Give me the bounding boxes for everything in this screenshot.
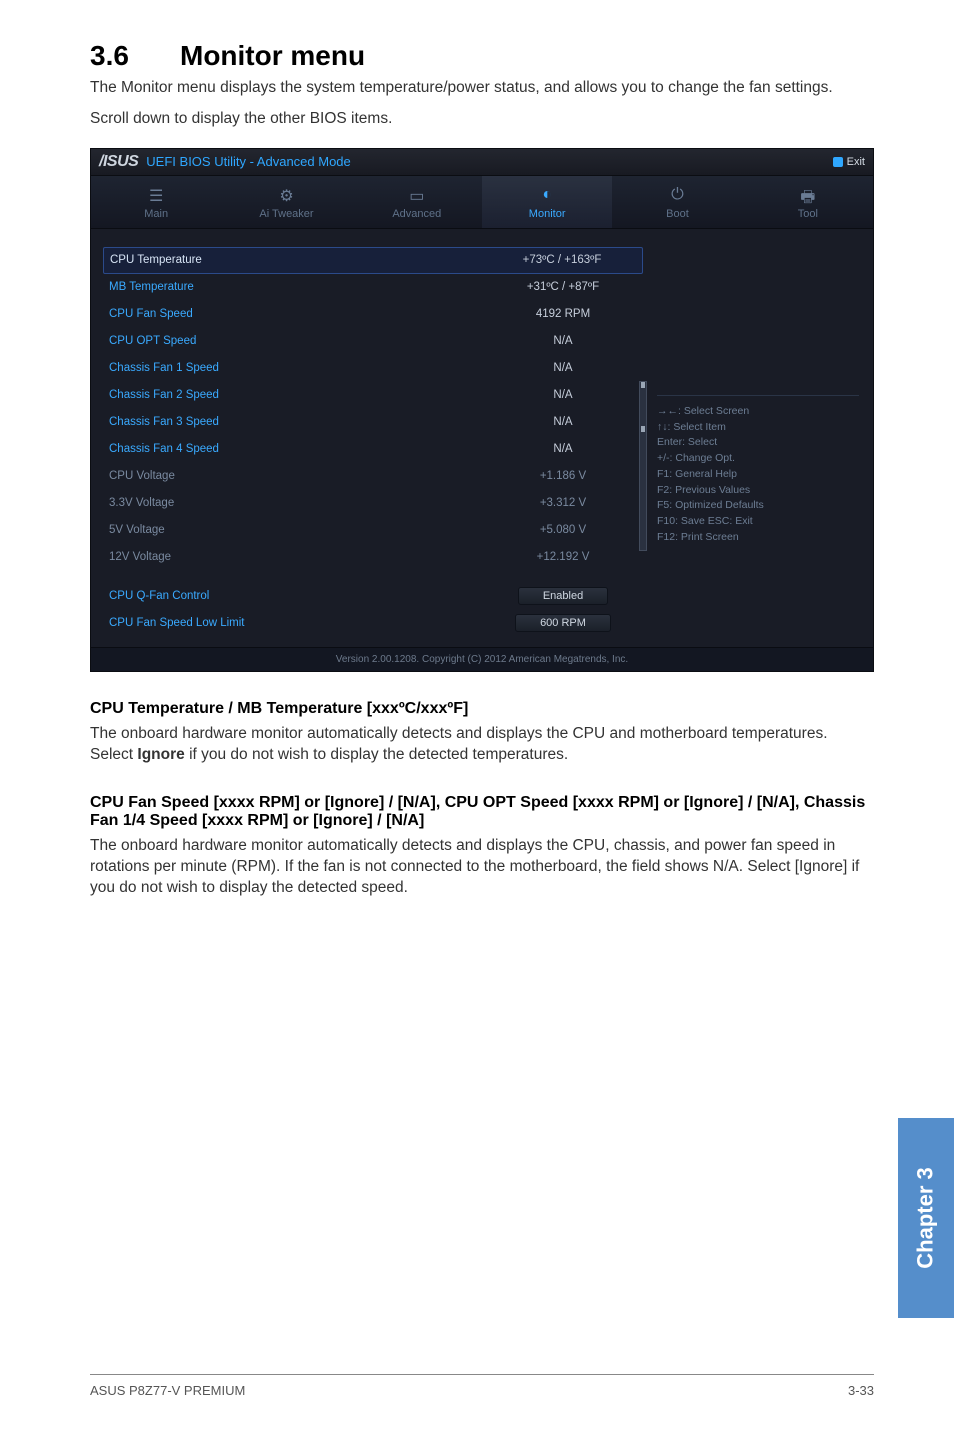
power-icon: ⏻ [612,186,742,204]
tab-tool[interactable]: 🖶 Tool [743,176,873,228]
value-pill[interactable]: Enabled [518,587,608,605]
tab-label: Ai Tweaker [259,208,313,220]
help-text: →←: Select Screen ↑↓: Select Item Enter:… [657,395,859,546]
section-heading: 3.6Monitor menu [90,40,874,72]
row-value: 600 RPM [483,614,643,632]
row-value: N/A [483,416,643,428]
help-line: ↑↓: Select Item [657,420,859,436]
row-value: N/A [483,335,643,347]
row-label: CPU Voltage [109,470,483,482]
row-value: +1.186 V [483,470,643,482]
help-line: F2: Previous Values [657,483,859,499]
row-3v3-voltage[interactable]: 3.3V Voltage +3.312 V [109,490,643,517]
tab-label: Boot [666,208,689,220]
bios-title: UEFI BIOS Utility - Advanced Mode [146,154,350,169]
footer-right: 3-33 [848,1383,874,1398]
row-label: CPU Fan Speed Low Limit [109,617,483,629]
help-line: →←: Select Screen [657,404,859,420]
chapter-tab-label: Chapter 3 [913,1167,939,1268]
intro-paragraph-2: Scroll down to display the other BIOS it… [90,109,874,130]
tab-main[interactable]: ☰ Main [91,176,221,228]
tab-label: Advanced [392,208,441,220]
row-value: 4192 RPM [483,308,643,320]
help-line: F10: Save ESC: Exit [657,514,859,530]
bios-footer: Version 2.00.1208. Copyright (C) 2012 Am… [91,647,873,671]
row-chassis-fan-3[interactable]: Chassis Fan 3 Speed N/A [109,409,643,436]
bios-help-panel: →←: Select Screen ↑↓: Select Item Enter:… [643,229,873,647]
row-value: +12.192 V [483,551,643,563]
tab-label: Tool [798,208,818,220]
row-value: +5.080 V [483,524,643,536]
row-label: 12V Voltage [109,551,483,563]
exit-icon [833,157,843,167]
row-12v-voltage[interactable]: 12V Voltage +12.192 V [109,544,643,571]
tab-label: Monitor [529,208,566,220]
brand-logo: /ISUS [99,153,138,171]
row-label: MB Temperature [109,281,483,293]
row-cpu-temperature[interactable]: CPU Temperature +73ºC / +163ºF [103,247,643,274]
row-label: Chassis Fan 1 Speed [109,362,483,374]
row-value: +73ºC / +163ºF [482,254,642,266]
help-line: F5: Optimized Defaults [657,498,859,514]
row-cpu-opt-speed[interactable]: CPU OPT Speed N/A [109,328,643,355]
chapter-tab: Chapter 3 [898,1118,954,1318]
exit-label: Exit [847,156,865,168]
section-name: Monitor menu [180,40,365,71]
row-label: CPU Q-Fan Control [109,590,483,602]
row-chassis-fan-1[interactable]: Chassis Fan 1 Speed N/A [109,355,643,382]
row-chassis-fan-2[interactable]: Chassis Fan 2 Speed N/A [109,382,643,409]
tab-monitor[interactable]: ◐ Monitor [482,176,612,228]
gauge-icon: ◐ [482,186,612,204]
help-line: +/-: Change Opt. [657,451,859,467]
section-number: 3.6 [90,40,180,72]
row-chassis-fan-4[interactable]: Chassis Fan 4 Speed N/A [109,436,643,463]
tab-label: Main [144,208,168,220]
row-value: N/A [483,389,643,401]
row-label: Chassis Fan 4 Speed [109,443,483,455]
subsection-2-body: The onboard hardware monitor automatical… [90,836,874,899]
row-label: CPU Temperature [110,254,482,266]
row-label: Chassis Fan 2 Speed [109,389,483,401]
row-label: 5V Voltage [109,524,483,536]
row-label: CPU Fan Speed [109,308,483,320]
bios-item-list: CPU Temperature +73ºC / +163ºF MB Temper… [91,229,643,647]
tool-icon: 🖶 [743,186,873,204]
row-value: +3.312 V [483,497,643,509]
row-value: N/A [483,443,643,455]
list-icon: ☰ [91,186,221,204]
help-line: F1: General Help [657,467,859,483]
page-footer: ASUS P8Z77-V PREMIUM 3-33 [90,1374,874,1398]
row-label: CPU OPT Speed [109,335,483,347]
row-cpu-voltage[interactable]: CPU Voltage +1.186 V [109,463,643,490]
row-cpu-fan-speed[interactable]: CPU Fan Speed 4192 RPM [109,301,643,328]
row-label: Chassis Fan 3 Speed [109,416,483,428]
bios-window: /ISUS UEFI BIOS Utility - Advanced Mode … [90,148,874,672]
subsection-2-heading: CPU Fan Speed [xxxx RPM] or [Ignore] / [… [90,794,874,830]
row-5v-voltage[interactable]: 5V Voltage +5.080 V [109,517,643,544]
footer-left: ASUS P8Z77-V PREMIUM [90,1383,245,1398]
intro-paragraph-1: The Monitor menu displays the system tem… [90,78,874,99]
subsection-1-heading: CPU Temperature / MB Temperature [xxxºC/… [90,700,874,718]
row-value: Enabled [483,587,643,605]
tab-boot[interactable]: ⏻ Boot [612,176,742,228]
row-value: N/A [483,362,643,374]
row-mb-temperature[interactable]: MB Temperature +31ºC / +87ºF [109,274,643,301]
chip-icon: ▭ [352,186,482,204]
exit-button[interactable]: Exit [833,156,865,168]
tab-ai-tweaker[interactable]: ⚙ Ai Tweaker [221,176,351,228]
row-qfan-control[interactable]: CPU Q-Fan Control Enabled [109,583,643,610]
help-line: Enter: Select [657,435,859,451]
subsection-1-body: The onboard hardware monitor automatical… [90,724,874,766]
bios-tabs: ☰ Main ⚙ Ai Tweaker ▭ Advanced ◐ Monitor… [91,176,873,229]
tab-advanced[interactable]: ▭ Advanced [352,176,482,228]
row-label: 3.3V Voltage [109,497,483,509]
gear-icon: ⚙ [221,186,351,204]
help-line: F12: Print Screen [657,530,859,546]
row-fan-low-limit[interactable]: CPU Fan Speed Low Limit 600 RPM [109,610,643,637]
value-pill[interactable]: 600 RPM [515,614,611,632]
row-value: +31ºC / +87ºF [483,281,643,293]
bios-titlebar: /ISUS UEFI BIOS Utility - Advanced Mode … [91,149,873,176]
